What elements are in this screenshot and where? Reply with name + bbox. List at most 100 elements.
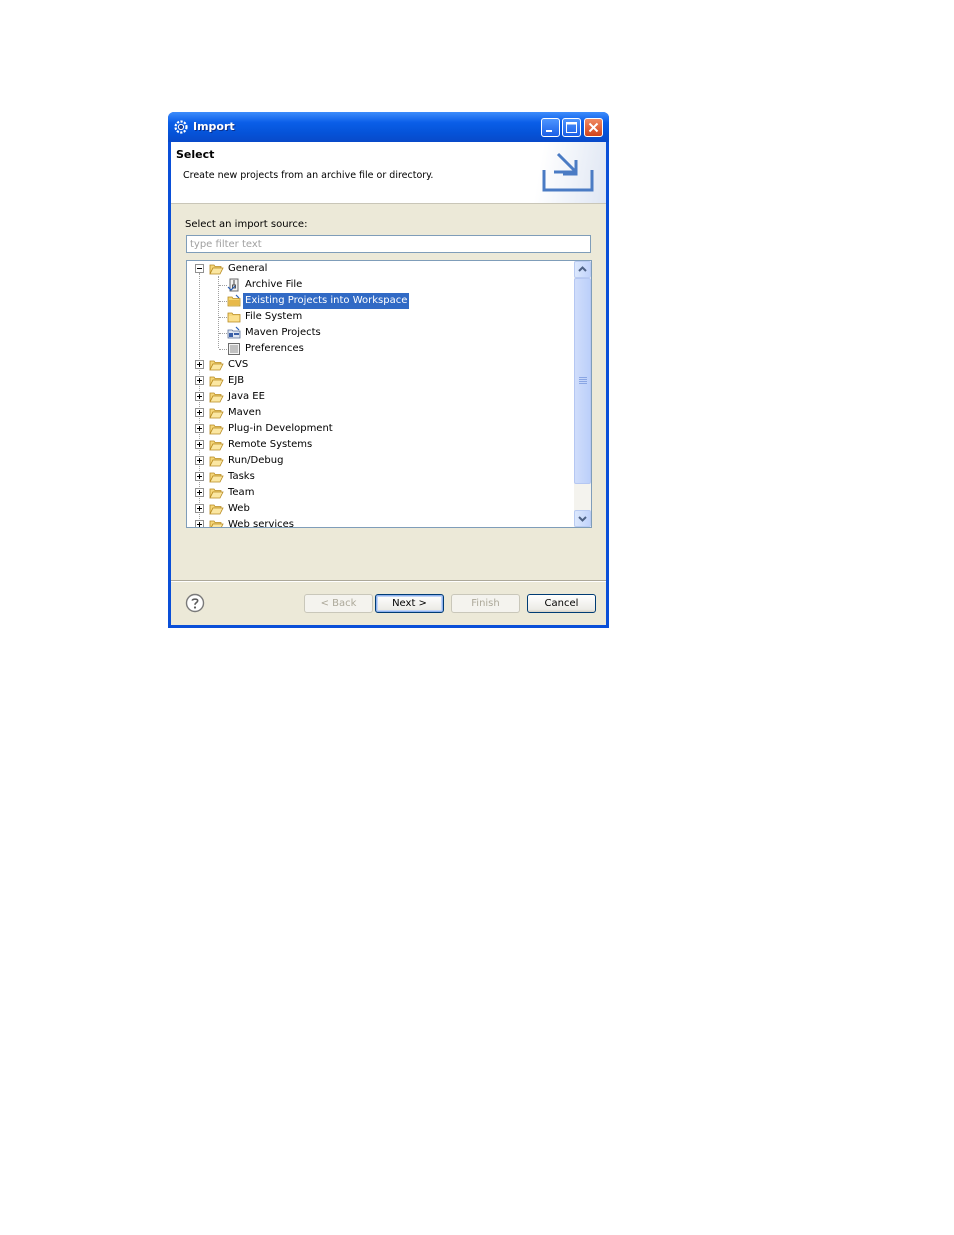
tree-connector	[219, 333, 227, 334]
maximize-button[interactable]	[562, 118, 581, 137]
tree-item-web[interactable]: Web	[187, 501, 575, 517]
existing-projects-icon	[227, 294, 241, 307]
tree-item-plugin-development[interactable]: Plug-in Development	[187, 421, 575, 437]
expand-toggle[interactable]	[195, 488, 204, 497]
tree-item-label: Java EE	[228, 391, 265, 402]
expand-toggle[interactable]	[195, 456, 204, 465]
tree-item-label: Preferences	[245, 343, 304, 354]
tree-item-label: Archive File	[245, 279, 303, 290]
scroll-thumb[interactable]	[574, 278, 591, 484]
filter-input[interactable]	[186, 235, 591, 253]
tree-item-preferences[interactable]: Preferences	[187, 341, 575, 357]
expand-toggle[interactable]	[195, 472, 204, 481]
tree-item-label: Tasks	[228, 471, 255, 482]
window-title: Import	[193, 120, 235, 133]
expand-toggle[interactable]	[195, 360, 204, 369]
tree-item-java-ee[interactable]: Java EE	[187, 389, 575, 405]
expand-toggle[interactable]	[195, 408, 204, 417]
title-bar[interactable]: Import	[168, 112, 609, 142]
expand-toggle[interactable]	[195, 376, 204, 385]
import-source-label: Select an import source:	[185, 219, 308, 230]
tree-item-archive-file[interactable]: Archive File	[187, 277, 575, 293]
tree-item-general[interactable]: General	[187, 261, 575, 277]
folder-icon	[209, 408, 224, 419]
scroll-grip	[579, 381, 587, 382]
tree-item-label: Remote Systems	[228, 439, 313, 450]
expand-toggle[interactable]	[195, 504, 204, 513]
expand-toggle[interactable]	[195, 520, 204, 527]
folder-icon	[209, 456, 224, 467]
tree-item-label: General	[228, 263, 268, 274]
tree-item-label: Maven	[228, 407, 262, 418]
folder-icon	[209, 376, 224, 387]
page-title: Select	[176, 148, 215, 161]
folder-icon	[209, 360, 224, 371]
minimize-button[interactable]	[541, 118, 560, 137]
back-button[interactable]: < Back	[304, 594, 373, 613]
folder-icon	[209, 392, 224, 403]
tree-item-tasks[interactable]: Tasks	[187, 469, 575, 485]
header-banner	[526, 142, 606, 203]
folder-icon	[209, 488, 224, 499]
tree-item-label: Run/Debug	[228, 455, 284, 466]
chevron-down-icon	[578, 516, 587, 522]
tree-item-existing-projects[interactable]: Existing Projects into Workspace	[187, 293, 575, 309]
finish-button[interactable]: Finish	[451, 594, 520, 613]
collapse-toggle[interactable]	[195, 264, 204, 273]
archive-file-icon	[227, 278, 239, 292]
preferences-icon	[228, 343, 240, 355]
wizard-header: Select Create new projects from an archi…	[171, 142, 606, 204]
maven-projects-icon	[227, 326, 241, 339]
expand-toggle[interactable]	[195, 392, 204, 401]
tree-item-maven[interactable]: Maven	[187, 405, 575, 421]
tree-scrollbar[interactable]	[574, 261, 591, 527]
expand-toggle[interactable]	[195, 440, 204, 449]
tree-item-cvs[interactable]: CVS	[187, 357, 575, 373]
tree-connector	[219, 349, 227, 350]
page-description: Create new projects from an archive file…	[183, 170, 434, 181]
tree-connector	[219, 301, 227, 302]
close-button[interactable]	[584, 118, 603, 137]
import-source-tree[interactable]: General Archive File Existing Projects i…	[186, 260, 592, 528]
tree-connector	[219, 317, 227, 318]
folder-icon	[209, 520, 224, 527]
help-icon[interactable]	[185, 593, 205, 613]
scroll-grip	[579, 383, 587, 384]
chevron-up-icon	[578, 266, 587, 272]
close-icon	[588, 122, 599, 133]
import-wizard-icon	[542, 152, 594, 192]
tree-item-label: Team	[228, 487, 255, 498]
folder-icon	[209, 424, 224, 435]
tree-item-ejb[interactable]: EJB	[187, 373, 575, 389]
import-dialog: Import Select Create new projects from a…	[168, 112, 609, 628]
tree-item-label: Existing Projects into Workspace	[243, 293, 410, 309]
tree-item-label: Web	[228, 503, 250, 514]
tree-item-label: CVS	[228, 359, 249, 370]
scroll-grip	[579, 379, 587, 380]
next-button[interactable]: Next >	[375, 594, 444, 613]
tree-item-label: Plug-in Development	[228, 423, 333, 434]
tree-item-web-services[interactable]: Web services	[187, 517, 575, 528]
folder-icon	[227, 312, 241, 323]
folder-icon	[209, 504, 224, 515]
footer-divider	[171, 580, 606, 582]
tree-connector	[219, 285, 227, 286]
tree-item-label: File System	[245, 311, 303, 322]
tree-item-label: Web services	[228, 519, 295, 528]
tree-item-remote-systems[interactable]: Remote Systems	[187, 437, 575, 453]
maximize-icon	[566, 122, 577, 133]
scroll-down-button[interactable]	[574, 510, 591, 527]
expand-toggle[interactable]	[195, 424, 204, 433]
folder-icon	[209, 472, 224, 483]
tree-item-maven-projects[interactable]: Maven Projects	[187, 325, 575, 341]
tree-item-run-debug[interactable]: Run/Debug	[187, 453, 575, 469]
scroll-grip	[579, 377, 587, 378]
tree-item-label: Maven Projects	[245, 327, 321, 338]
tree-item-team[interactable]: Team	[187, 485, 575, 501]
minimize-icon	[546, 130, 552, 132]
tree-item-file-system[interactable]: File System	[187, 309, 575, 325]
scroll-up-button[interactable]	[574, 261, 591, 278]
open-folder-icon	[209, 264, 224, 275]
cancel-button[interactable]: Cancel	[527, 594, 596, 613]
tree-item-label: EJB	[228, 375, 245, 386]
